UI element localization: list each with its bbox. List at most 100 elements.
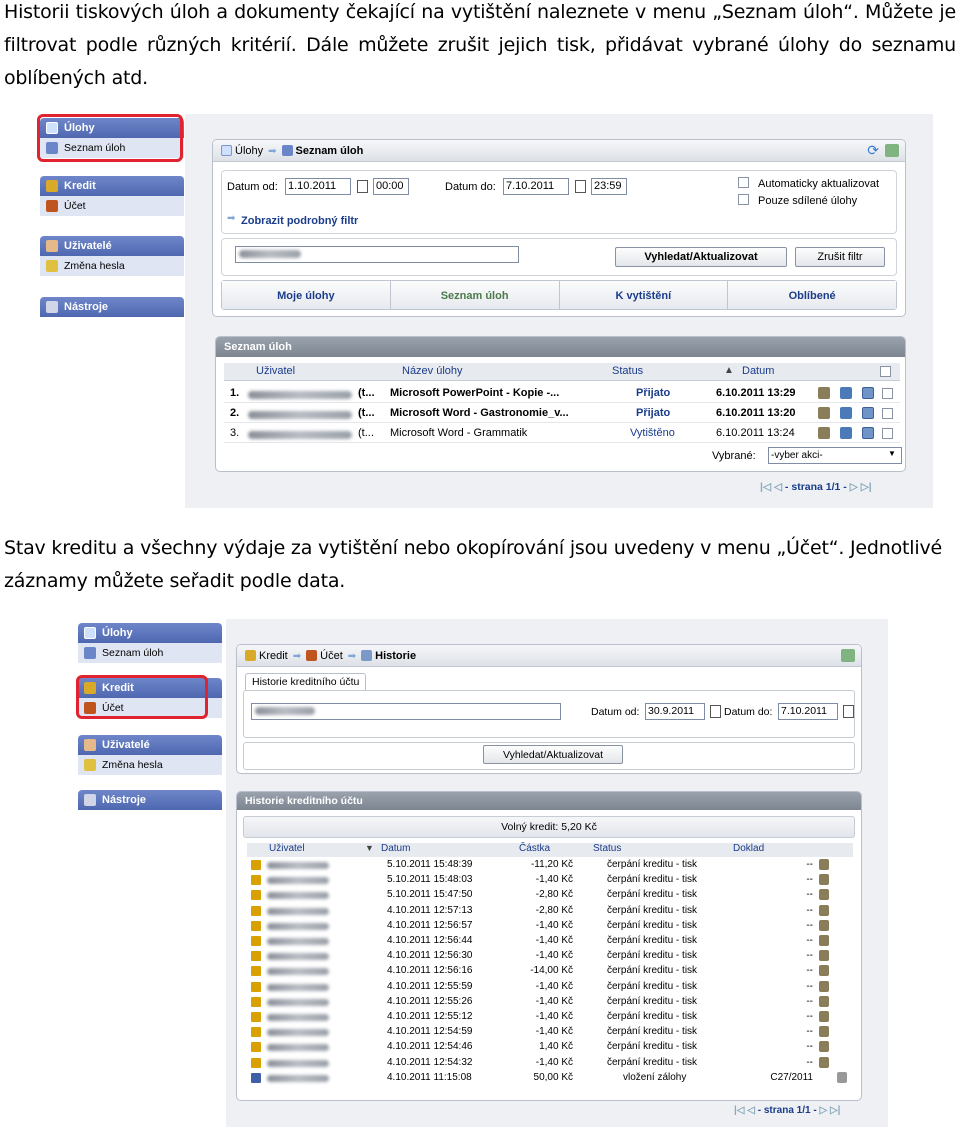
sidebar-item-uzivatele[interactable]: Uživatelé	[40, 236, 184, 256]
detailed-filter-link[interactable]: Zobrazit podrobný filtr	[241, 215, 358, 227]
prev-page-icon[interactable]: ◁	[747, 1105, 755, 1116]
sidebar-item-kredit[interactable]: Kredit	[40, 176, 184, 196]
col-datum[interactable]: Datum	[742, 365, 774, 377]
last-page-icon[interactable]: ▷|	[861, 481, 872, 493]
detail-icon[interactable]	[819, 980, 829, 992]
breadcrumb-ucet[interactable]: Účet	[320, 650, 343, 662]
detail-icon[interactable]	[819, 1011, 829, 1022]
col-doklad[interactable]: Doklad	[733, 843, 764, 854]
table-row[interactable]: 4.10.2011 12:57:13 -2,80 Kč čerpání kredit…	[237, 904, 861, 919]
table-row[interactable]: 4.10.2011 12:56:30 -1,40 Kč čerpání kredit…	[237, 949, 861, 964]
sidebar-item-nastroje[interactable]: Nástroje	[40, 297, 184, 317]
table-row[interactable]: 3. (t... Microsoft Word - Grammatik Vytiště…	[216, 423, 905, 443]
detail-icon[interactable]	[819, 1026, 829, 1038]
reset-filter-button[interactable]: Zrušit filtr	[795, 247, 885, 267]
print-icon[interactable]	[840, 407, 852, 419]
datum-od-input[interactable]: 30.9.2011	[645, 703, 705, 720]
cas-do-input[interactable]: 23:59	[591, 178, 627, 195]
calendar-icon[interactable]	[710, 705, 721, 718]
prev-page-icon[interactable]: ◁	[774, 481, 782, 493]
row-checkbox[interactable]	[882, 428, 893, 439]
datum-do-input[interactable]: 7.10.2011	[503, 178, 569, 195]
col-status[interactable]: Status	[593, 843, 621, 854]
tools-icon[interactable]	[841, 649, 855, 662]
printer-icon[interactable]	[837, 1071, 847, 1083]
table-row[interactable]: 4.10.2011 12:56:44 -1,40 Kč čerpání kredit…	[237, 934, 861, 949]
table-row[interactable]: 4.10.2011 12:56:16 -14,00 Kč čerpání kredi…	[237, 964, 861, 979]
table-row[interactable]: 4.10.2011 12:55:12 -1,40 Kč čerpání kredit…	[237, 1010, 861, 1025]
detail-icon[interactable]	[819, 889, 829, 901]
sidebar-item-ulohy[interactable]: Úlohy	[78, 623, 222, 643]
detail-icon[interactable]	[819, 904, 829, 916]
sidebar-item-zmena-hesla[interactable]: Změna hesla	[40, 256, 184, 276]
sidebar-item-nastroje[interactable]: Nástroje	[78, 790, 222, 810]
table-row[interactable]: 4.10.2011 12:56:57 -1,40 Kč čerpání kredit…	[237, 919, 861, 934]
refresh-icon[interactable]: ⟳	[867, 143, 879, 157]
col-datum[interactable]: Datum	[381, 843, 410, 854]
search-button[interactable]: Vyhledat/Aktualizovat	[483, 745, 623, 764]
action-select[interactable]: -vyber akci-	[768, 447, 902, 464]
tab-oblibene[interactable]: Oblíbené	[728, 281, 896, 309]
tab-historie[interactable]: Historie kreditního účtu	[245, 673, 367, 691]
detail-icon[interactable]	[819, 1056, 829, 1068]
sidebar-item-zmena-hesla[interactable]: Změna hesla	[78, 755, 222, 775]
table-row[interactable]: 1. (t... Microsoft PowerPoint - Kopie -...…	[216, 383, 905, 403]
calendar-icon[interactable]	[843, 705, 854, 718]
row-checkbox[interactable]	[882, 408, 893, 419]
cas-od-input[interactable]: 00:00	[373, 178, 409, 195]
favorite-icon[interactable]	[818, 387, 830, 399]
first-page-icon[interactable]: |◁	[734, 1105, 745, 1116]
table-row[interactable]: 4.10.2011 12:54:32 -1,40 Kč čerpání kredit…	[237, 1056, 861, 1071]
detail-icon[interactable]	[819, 859, 829, 870]
col-uzivatel[interactable]: Uživatel	[256, 365, 295, 377]
tools-icon[interactable]	[885, 144, 899, 157]
table-row[interactable]: 4.10.2011 11:15:08 50,00 Kč vložení zálohy…	[237, 1071, 861, 1086]
last-page-icon[interactable]: ▷|	[830, 1105, 841, 1116]
table-row[interactable]: 5.10.2011 15:48:03 -1,40 Kč čerpání kredit…	[237, 873, 861, 888]
first-page-icon[interactable]: |◁	[760, 481, 771, 493]
next-page-icon[interactable]: ▷	[850, 481, 858, 493]
table-row[interactable]: 2. (t... Microsoft Word - Gastronomie_v...…	[216, 403, 905, 423]
table-row[interactable]: 4.10.2011 12:55:26 -1,40 Kč čerpání kredit…	[237, 995, 861, 1010]
tab-moje-ulohy[interactable]: Moje úlohy	[222, 281, 391, 309]
col-uzivatel[interactable]: Uživatel	[269, 843, 305, 854]
preview-icon[interactable]	[862, 387, 874, 399]
shared-only-checkbox[interactable]	[738, 194, 749, 205]
print-icon[interactable]	[840, 387, 852, 399]
select-all-checkbox[interactable]	[880, 366, 891, 377]
table-row[interactable]: 4.10.2011 12:54:59 -1,40 Kč čerpání kredit…	[237, 1025, 861, 1040]
chevron-down-icon[interactable]: ▼	[888, 449, 896, 458]
preview-icon[interactable]	[862, 427, 874, 439]
table-row[interactable]: 5.10.2011 15:47:50 -2,80 Kč čerpání kredit…	[237, 888, 861, 903]
table-row[interactable]: 4.10.2011 12:54:46 1,40 Kč čerpání kreditu…	[237, 1040, 861, 1055]
col-nazev[interactable]: Název úlohy	[402, 365, 463, 377]
col-castka[interactable]: Částka	[519, 843, 550, 854]
print-icon[interactable]	[840, 427, 852, 439]
next-page-icon[interactable]: ▷	[819, 1105, 827, 1116]
detail-icon[interactable]	[819, 950, 829, 962]
breadcrumb-kredit[interactable]: Kredit	[259, 650, 288, 662]
sidebar-item-seznam-uloh[interactable]: Seznam úloh	[78, 643, 222, 663]
detail-icon[interactable]	[819, 935, 829, 946]
detail-icon[interactable]	[819, 919, 829, 931]
auto-update-checkbox[interactable]	[738, 177, 749, 188]
table-row[interactable]: 4.10.2011 12:55:59 -1,40 Kč čerpání kredit…	[237, 980, 861, 995]
row-checkbox[interactable]	[882, 388, 893, 399]
datum-do-input[interactable]: 7.10.2011	[778, 703, 838, 720]
calendar-icon[interactable]	[575, 180, 586, 193]
tab-seznam-uloh[interactable]: Seznam úloh	[390, 281, 560, 309]
breadcrumb-ulohy[interactable]: Úlohy	[235, 145, 263, 157]
table-row[interactable]: 5.10.2011 15:48:39 -11,20 Kč čerpání kredi…	[237, 858, 861, 873]
preview-icon[interactable]	[862, 407, 874, 419]
calendar-icon[interactable]	[357, 180, 368, 193]
favorite-icon[interactable]	[818, 427, 830, 439]
favorite-icon[interactable]	[818, 407, 830, 419]
detail-icon[interactable]	[819, 965, 829, 977]
tab-k-vytisteni[interactable]: K vytištění	[559, 281, 729, 309]
sidebar-item-ucet[interactable]: Účet	[40, 196, 184, 216]
detail-icon[interactable]	[819, 995, 829, 1007]
detail-icon[interactable]	[819, 874, 829, 886]
sidebar-item-uzivatele[interactable]: Uživatelé	[78, 735, 222, 755]
detail-icon[interactable]	[819, 1041, 829, 1053]
col-status[interactable]: Status	[612, 365, 643, 377]
